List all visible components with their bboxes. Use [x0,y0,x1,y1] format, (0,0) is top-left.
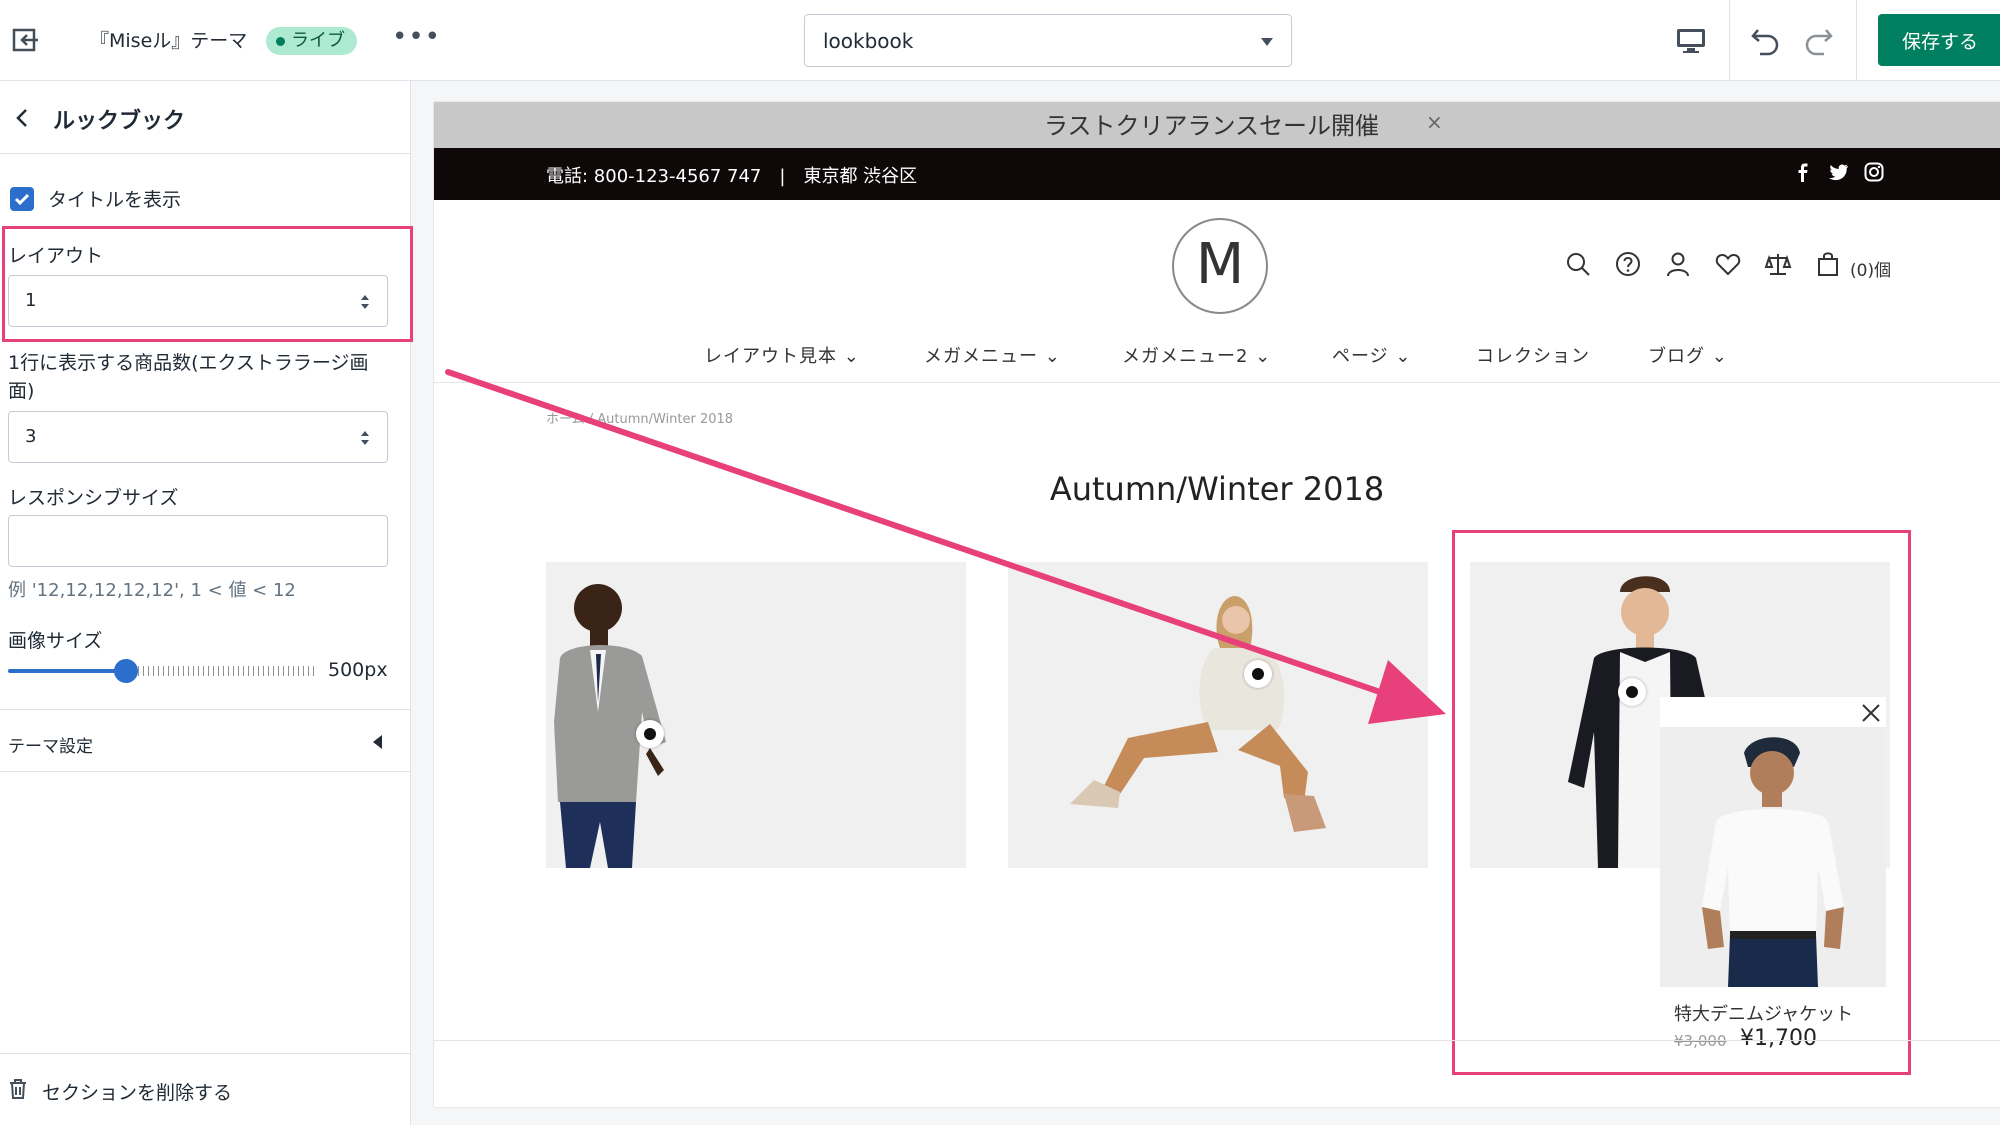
cart-bag-icon[interactable] [1814,250,1842,278]
caret-down-icon [1261,38,1273,46]
layout-select[interactable]: 1 [8,275,388,327]
nav-item-mega-menu-2[interactable]: メガメニュー2 ⌄ [1122,342,1271,368]
live-badge: ライブ [266,27,357,55]
responsive-help-text: 例 '12,12,12,12,12', 1 < 値 < 12 [8,580,296,601]
page-title: Autumn/Winter 2018 [1049,470,1385,508]
contact-text: 電話: 800-123-4567 747 | 東京都 渋谷区 [546,166,918,187]
caret-left-icon[interactable] [373,735,382,749]
image-size-label: 画像サイズ [8,630,103,652]
more-actions-icon[interactable]: ••• [392,24,440,53]
cart-count: (0)個 [1850,261,1892,281]
model-woman-sitting-image [1070,596,1326,832]
sidebar-divider [0,709,411,710]
lookbook-hotspot[interactable] [636,720,664,748]
logo-letter: M [1195,232,1245,297]
page-select-value: lookbook [823,29,914,53]
layout-select-value: 1 [25,290,37,311]
nav-item-mega-menu[interactable]: メガメニュー ⌄ [924,342,1061,368]
live-dot-icon [276,36,285,46]
compare-scale-icon[interactable] [1764,250,1792,278]
exit-icon[interactable] [10,24,42,56]
show-title-label: タイトルを表示 [48,189,182,211]
slider-ticks [137,666,318,676]
sidebar-title: ルックブック [53,109,186,134]
sidebar-divider [0,771,411,772]
save-button[interactable]: 保存する [1878,14,2000,66]
instagram-icon[interactable] [1862,160,1886,184]
section-divider [434,1040,2000,1041]
theme-name: 『Miseル』テーマ [90,30,248,52]
trash-icon[interactable] [8,1078,28,1100]
page-select[interactable]: lookbook [804,14,1292,67]
lookbook-image[interactable] [546,562,966,868]
topbar-divider [1729,0,1730,81]
sidebar-divider [0,1053,411,1054]
search-icon[interactable] [1564,250,1592,278]
model-man-suit-image [554,584,666,868]
help-icon[interactable] [1614,250,1642,278]
lookbook-hotspot[interactable] [1244,660,1272,688]
editor-topbar: 『Miseル』テーマ ライブ ••• lookbook 保存する [0,0,2000,81]
store-logo[interactable]: M [1172,218,1268,314]
slider-fill [8,669,126,673]
redo-icon[interactable] [1800,22,1836,58]
contact-bar: 電話: 800-123-4567 747 | 東京都 渋谷区 [434,148,2000,200]
wishlist-heart-icon[interactable] [1714,250,1742,278]
image-size-slider[interactable] [8,659,318,683]
per-row-select[interactable]: 3 [8,411,388,463]
responsive-label: レスポンシブサイズ [8,487,179,509]
twitter-icon[interactable] [1826,160,1850,184]
lookbook-image[interactable] [1008,562,1428,868]
topbar-divider [1856,0,1857,81]
nav-item-blog[interactable]: ブログ ⌄ [1648,342,1728,368]
image-size-value: 500px [328,659,388,681]
per-row-label: 1行に表示する商品数(エクストララージ画面) [8,352,369,402]
per-row-select-value: 3 [25,426,37,447]
sidebar-header: ルックブック [0,81,411,154]
theme-settings-link[interactable]: テーマ設定 [8,732,93,757]
facebook-icon[interactable] [1790,160,1814,184]
nav-item-layout-samples[interactable]: レイアウト見本 ⌄ [704,342,860,368]
show-title-checkbox[interactable] [10,187,34,211]
undo-icon[interactable] [1748,22,1784,58]
nav-item-pages[interactable]: ページ ⌄ [1332,342,1411,368]
updown-icon [361,431,369,445]
desktop-preview-icon[interactable] [1674,25,1708,57]
announcement-text: ラストクリアランスセール開催 [1044,112,1380,140]
announcement-close-icon[interactable]: × [1426,110,1443,134]
breadcrumb[interactable]: ホーム / Autumn/Winter 2018 [546,408,733,427]
check-icon [14,193,30,206]
delete-section-button[interactable]: セクションを削除する [42,1078,232,1105]
responsive-size-input[interactable] [8,515,388,567]
back-icon[interactable] [14,107,30,129]
nav-item-collections[interactable]: コレクション [1476,342,1590,368]
live-badge-label: ライブ [291,30,345,51]
updown-icon [361,295,369,309]
announcement-bar: ラストクリアランスセール開催 × [434,102,2000,148]
annotation-highlight-product [1452,530,1911,1075]
nav-divider [434,382,2000,383]
slider-thumb[interactable] [113,659,138,683]
account-icon[interactable] [1664,250,1692,278]
layout-label: レイアウト [8,245,104,267]
storefront-preview: ラストクリアランスセール開催 × 電話: 800-123-4567 747 | … [434,102,2000,1107]
settings-sidebar: ルックブック タイトルを表示 レイアウト 1 1行に表示する商品数(エクストララ… [0,81,413,1125]
